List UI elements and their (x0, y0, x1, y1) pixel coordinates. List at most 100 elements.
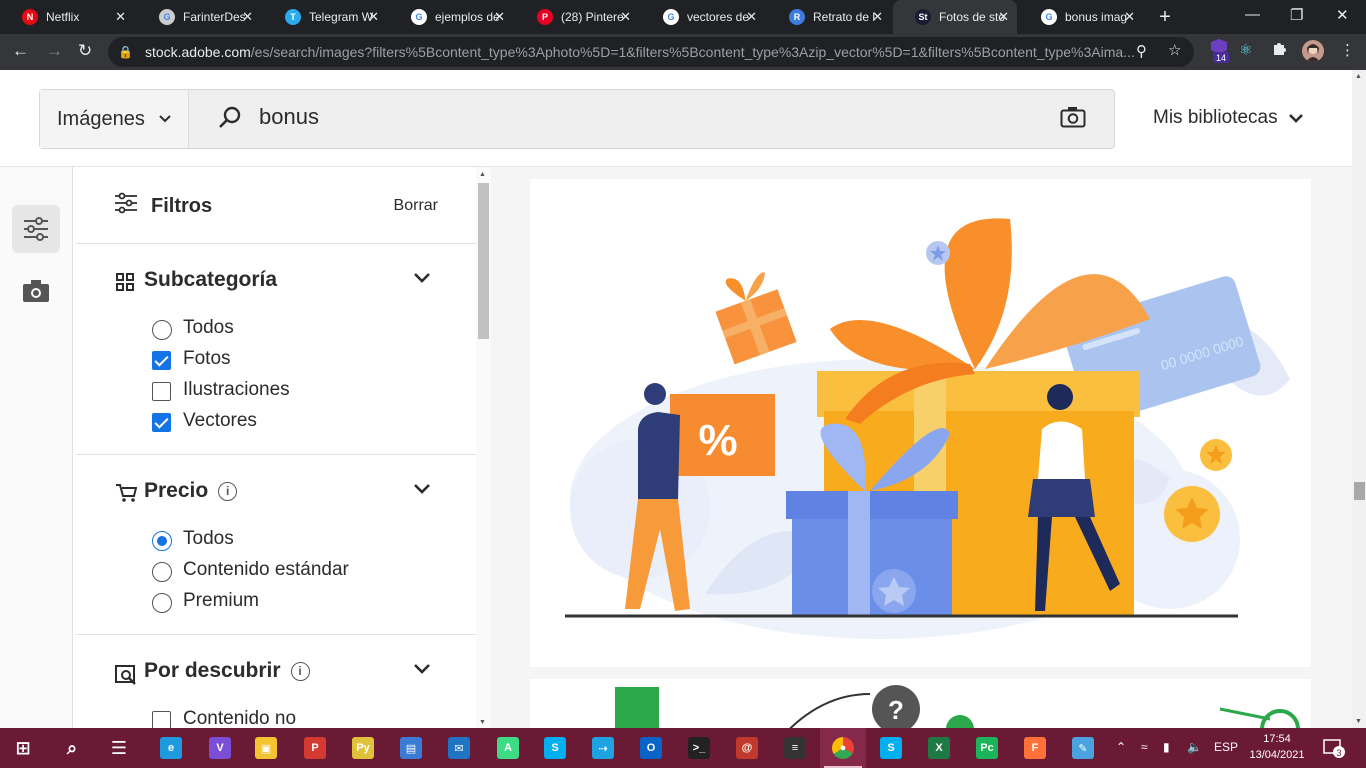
task-view-icon[interactable]: ☰ (96, 728, 142, 768)
visual-search-camera-icon[interactable] (1060, 106, 1086, 133)
forward-icon[interactable]: → (46, 41, 63, 61)
pdf-icon[interactable]: P (292, 728, 338, 768)
search-icon[interactable]: ⌕ (49, 728, 95, 768)
scrollbar-thumb[interactable] (478, 183, 489, 339)
filter-option[interactable]: Premium (76, 587, 476, 618)
tray-chevron-icon[interactable]: ⌃ (1116, 740, 1126, 754)
file-explorer-icon[interactable]: ▣ (243, 728, 289, 768)
scroll-up-arrow-icon[interactable]: ▲ (1355, 73, 1362, 80)
checkbox[interactable] (152, 711, 171, 728)
react-devtools-icon[interactable]: ⚛ (1239, 41, 1252, 59)
scroll-down-arrow-icon[interactable]: ▼ (1355, 718, 1362, 725)
radio-button[interactable] (152, 593, 172, 613)
reload-icon[interactable]: ↻ (78, 41, 92, 61)
clear-filters-button[interactable]: Borrar (394, 197, 438, 215)
visual-studio-icon[interactable]: V (197, 728, 243, 768)
store-icon[interactable]: ▤ (388, 728, 434, 768)
content-type-dropdown[interactable]: Imágenes (40, 90, 189, 148)
git-icon[interactable]: ≡ (772, 728, 818, 768)
browser-tab[interactable]: N Netflix ✕ (0, 0, 134, 34)
checkbox[interactable] (152, 351, 171, 370)
terminal-icon[interactable]: >_ (676, 728, 722, 768)
filter-section-header[interactable]: Subcategoría (76, 244, 476, 314)
browser-tab[interactable]: R Retrato de l ✕ (767, 0, 891, 34)
fiddler-icon[interactable]: ⇢ (580, 728, 626, 768)
extension-icon[interactable]: 14 (1208, 38, 1230, 63)
chrome-icon[interactable]: ● (820, 728, 866, 768)
close-window-icon[interactable]: ✕ (1336, 6, 1349, 24)
filters-scrollbar[interactable]: ▲ ▼ (476, 167, 491, 728)
scroll-down-arrow-icon[interactable]: ▼ (479, 719, 486, 726)
browser-tab[interactable]: Gejemplos de ✕ (389, 0, 513, 34)
filter-option[interactable]: Todos (76, 314, 476, 345)
new-tab-button[interactable]: + (1152, 0, 1178, 34)
filter-option[interactable]: Vectores (76, 407, 476, 438)
camera-icon[interactable] (22, 279, 50, 308)
filter-option[interactable]: Todos (76, 525, 476, 556)
tab-close-icon[interactable]: ✕ (620, 9, 631, 25)
filter-section-header[interactable]: Precio i (76, 455, 476, 525)
info-icon[interactable]: i (290, 661, 310, 681)
skype-icon[interactable]: S (532, 728, 578, 768)
filter-option[interactable]: Contenido no (76, 705, 476, 728)
filter-section-header[interactable]: Por descubrir i (76, 635, 476, 705)
result-image-bonus-gifts[interactable]: 00 0000 0000 % (530, 179, 1311, 667)
scrollbar-thumb[interactable] (1354, 482, 1365, 500)
browser-tab[interactable]: P (28) Pintere ✕ (515, 0, 639, 34)
language-indicator[interactable]: ESP (1214, 740, 1238, 754)
excel-icon[interactable]: X (916, 728, 962, 768)
paint-icon[interactable]: ✎ (1060, 728, 1106, 768)
filters-toggle-button[interactable] (12, 205, 60, 253)
tab-close-icon[interactable]: ✕ (872, 9, 883, 25)
skype-icon[interactable]: S (868, 728, 914, 768)
browser-tab[interactable]: T Telegram W ✕ (263, 0, 387, 34)
zoom-icon[interactable]: ⚲ (1136, 42, 1147, 60)
page-scrollbar[interactable]: ▲ ▼ (1352, 70, 1366, 728)
tab-close-icon[interactable]: ✕ (368, 9, 379, 25)
minimize-icon[interactable]: — (1245, 6, 1260, 23)
address-bar[interactable]: 🔒 stock.adobe.com/es/search/images?filte… (108, 37, 1194, 67)
volume-icon[interactable]: 🔈 (1187, 740, 1202, 754)
radio-button[interactable] (152, 320, 172, 340)
tab-close-icon[interactable]: ✕ (494, 9, 505, 25)
python-icon[interactable]: Py (340, 728, 386, 768)
menu-dots-icon[interactable]: ⋮ (1340, 41, 1355, 59)
radio-button[interactable] (152, 562, 172, 582)
browser-tab[interactable]: Gvectores de ✕ (641, 0, 765, 34)
tab-close-icon[interactable]: ✕ (1124, 9, 1135, 25)
chevron-down-icon[interactable] (413, 481, 431, 499)
info-icon[interactable]: i (218, 481, 238, 501)
browser-tab[interactable]: Gbonus imag ✕ (1019, 0, 1143, 34)
maximize-icon[interactable]: ❐ (1290, 6, 1303, 24)
mail-icon[interactable]: ✉ (436, 728, 482, 768)
pycharm-icon[interactable]: Pc (964, 728, 1010, 768)
system-clock[interactable]: 17:54 13/04/2021 (1249, 731, 1305, 763)
scroll-up-arrow-icon[interactable]: ▲ (479, 171, 486, 178)
tab-close-icon[interactable]: ✕ (242, 9, 253, 25)
firefox-icon[interactable]: F (1012, 728, 1058, 768)
profile-avatar[interactable] (1302, 40, 1324, 62)
filter-option[interactable]: Ilustraciones (76, 376, 476, 407)
my-libraries-menu[interactable]: Mis bibliotecas (1153, 107, 1304, 129)
browser-tab[interactable]: G FarinterDes ✕ (137, 0, 261, 34)
android-studio-icon[interactable]: A (485, 728, 531, 768)
tab-close-icon[interactable]: ✕ (998, 9, 1009, 25)
radio-button[interactable] (152, 531, 172, 551)
chevron-down-icon[interactable] (413, 661, 431, 679)
filter-option[interactable]: Fotos (76, 345, 476, 376)
edge-icon[interactable]: e (148, 728, 194, 768)
start-icon[interactable]: ⊞ (0, 728, 46, 768)
network-icon[interactable]: ≈ (1141, 740, 1148, 754)
tab-close-icon[interactable]: ✕ (746, 9, 757, 25)
checkbox[interactable] (152, 413, 171, 432)
outlook-icon[interactable]: O (628, 728, 674, 768)
browser-tab[interactable]: St Fotos de sto ✕ (893, 0, 1017, 34)
back-icon[interactable]: ← (12, 41, 29, 61)
app-icon[interactable]: @ (724, 728, 770, 768)
chevron-down-icon[interactable] (413, 270, 431, 288)
checkbox[interactable] (152, 382, 171, 401)
battery-icon[interactable]: ▮ (1163, 740, 1170, 754)
puzzle-extensions-icon[interactable] (1271, 41, 1287, 61)
search-icon[interactable] (215, 104, 245, 134)
filter-option[interactable]: Contenido estándar (76, 556, 476, 587)
